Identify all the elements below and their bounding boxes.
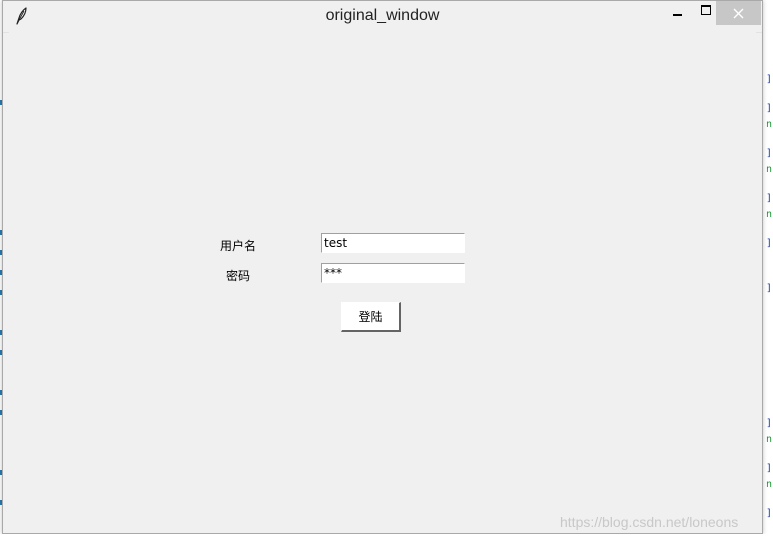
watermark: https://blog.csdn.net/loneons: [560, 514, 739, 530]
close-icon: [733, 8, 744, 18]
maximize-icon: [701, 5, 711, 15]
close-button[interactable]: [716, 1, 761, 25]
minimize-button[interactable]: [660, 1, 694, 25]
password-label: 密码: [226, 269, 251, 283]
login-button[interactable]: 登陆: [341, 302, 401, 332]
title-bar[interactable]: original_window: [3, 1, 762, 33]
app-window: original_window 用户名 密码 登陆: [2, 0, 763, 534]
window-content: 用户名 密码 登陆: [9, 32, 756, 529]
password-input[interactable]: [321, 263, 465, 283]
username-label: 用户名: [220, 239, 257, 253]
window-title: original_window: [325, 7, 440, 24]
username-input[interactable]: [321, 233, 465, 253]
background-editor-right-edge: ] ] ] ] ] ] ] ] ] n n n n n: [763, 0, 773, 542]
minimize-icon: [672, 14, 682, 16]
background-editor-bottom-edge: [0, 534, 773, 542]
